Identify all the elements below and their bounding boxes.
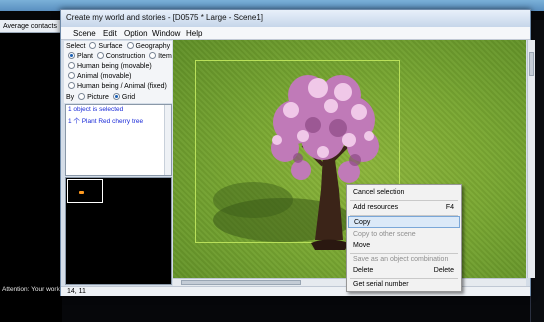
type-row-2: Human being (movable) xyxy=(66,62,152,71)
selection-item[interactable]: 1 个 Plant Red cherry tree xyxy=(68,115,143,125)
menubar: Scene Edit Option Window Help xyxy=(61,27,530,40)
radio-grid[interactable] xyxy=(112,93,120,100)
menu-item-get-serial-number-label: Get serial number xyxy=(353,281,409,288)
type-row-1: Plant Construction Item xyxy=(66,52,172,61)
menu-item-delete-label: Delete xyxy=(353,267,374,274)
menu-item-cancel-selection-label: Cancel selection xyxy=(353,189,405,196)
canvas-vertical-scrollbar[interactable] xyxy=(527,40,535,278)
menu-item-delete[interactable]: Delete Delete xyxy=(348,265,460,277)
minimap-object-marker xyxy=(79,191,84,194)
radio-grid-label[interactable]: Grid xyxy=(122,94,135,101)
menu-item-copy-label: Copy xyxy=(354,219,371,226)
menu-item-save-combination-label: Save as an object combination xyxy=(353,256,449,263)
radio-construction[interactable] xyxy=(96,52,104,59)
window-title: Create my world and stories - [D0575 * L… xyxy=(66,13,263,22)
radio-picture[interactable] xyxy=(78,93,86,100)
by-row: By Picture Grid xyxy=(66,93,135,102)
by-label: By xyxy=(66,94,75,101)
menu-item-add-resources-shortcut: F4 xyxy=(445,204,454,211)
minimap-viewport[interactable] xyxy=(67,179,103,203)
context-menu: Cancel selection Add resources F4 Copy C… xyxy=(346,184,462,292)
radio-item-label[interactable]: Item xyxy=(158,53,172,60)
menu-scene[interactable]: Scene xyxy=(73,29,96,38)
radio-animal-movable-label[interactable]: Animal (movable) xyxy=(77,73,131,80)
menu-help[interactable]: Help xyxy=(186,29,202,38)
cursor-coordinates: 14, 11 xyxy=(67,288,86,295)
radio-geography[interactable] xyxy=(126,42,134,49)
menu-item-add-resources[interactable]: Add resources F4 xyxy=(348,202,460,214)
radio-animal-movable[interactable] xyxy=(68,72,75,79)
background-bottom-strip xyxy=(62,294,530,322)
radio-fixed[interactable] xyxy=(68,82,75,89)
menu-item-get-serial-number[interactable]: Get serial number xyxy=(348,279,460,291)
type-row-3: Animal (movable) xyxy=(66,72,131,81)
radio-picture-label[interactable]: Picture xyxy=(87,94,109,101)
menu-item-add-resources-label: Add resources xyxy=(353,204,399,211)
menu-item-copy[interactable]: Copy xyxy=(348,216,460,228)
menu-item-move-label: Move xyxy=(353,242,371,249)
window-titlebar[interactable]: Create my world and stories - [D0575 * L… xyxy=(61,10,530,27)
radio-human-movable[interactable] xyxy=(68,62,75,69)
background-panel xyxy=(0,20,62,322)
select-row: Select Surface Geography xyxy=(66,42,170,51)
radio-surface[interactable] xyxy=(89,42,97,49)
select-label: Select xyxy=(66,43,86,50)
radio-construction-label[interactable]: Construction xyxy=(106,53,145,60)
menu-edit[interactable]: Edit xyxy=(103,29,117,38)
selection-info-pane: 1 object is selected 1 个 Plant Red cherr… xyxy=(65,104,172,176)
radio-item[interactable] xyxy=(149,52,157,59)
options-pane: Select Surface Geography Plant Construct… xyxy=(64,41,172,103)
selection-scrollbar[interactable] xyxy=(164,105,171,175)
minimap[interactable] xyxy=(65,177,172,285)
menu-option[interactable]: Option xyxy=(124,29,148,38)
menu-window[interactable]: Window xyxy=(152,29,180,38)
radio-fixed-label[interactable]: Human being / Animal (fixed) xyxy=(77,83,167,90)
menu-item-copy-to-other-scene-label: Copy to other scene xyxy=(353,231,416,238)
background-panel-header: Average contacts xyxy=(0,20,62,33)
type-row-4: Human being / Animal (fixed) xyxy=(66,82,167,91)
background-status-text: Attention: Your worki xyxy=(2,286,62,293)
menu-item-delete-shortcut: Delete xyxy=(433,267,454,274)
radio-surface-label[interactable]: Surface xyxy=(98,43,122,50)
radio-human-movable-label[interactable]: Human being (movable) xyxy=(77,63,152,70)
radio-plant[interactable] xyxy=(68,52,75,59)
menu-item-move[interactable]: Move xyxy=(348,240,460,252)
radio-geography-label[interactable]: Geography xyxy=(136,43,171,50)
menu-item-cancel-selection[interactable]: Cancel selection xyxy=(348,187,460,199)
radio-plant-label[interactable]: Plant xyxy=(77,53,93,60)
menu-separator xyxy=(350,200,458,201)
canvas-vertical-scroll-thumb[interactable] xyxy=(529,52,534,76)
selection-count: 1 object is selected xyxy=(68,106,124,113)
canvas-horizontal-scroll-thumb[interactable] xyxy=(181,280,301,285)
